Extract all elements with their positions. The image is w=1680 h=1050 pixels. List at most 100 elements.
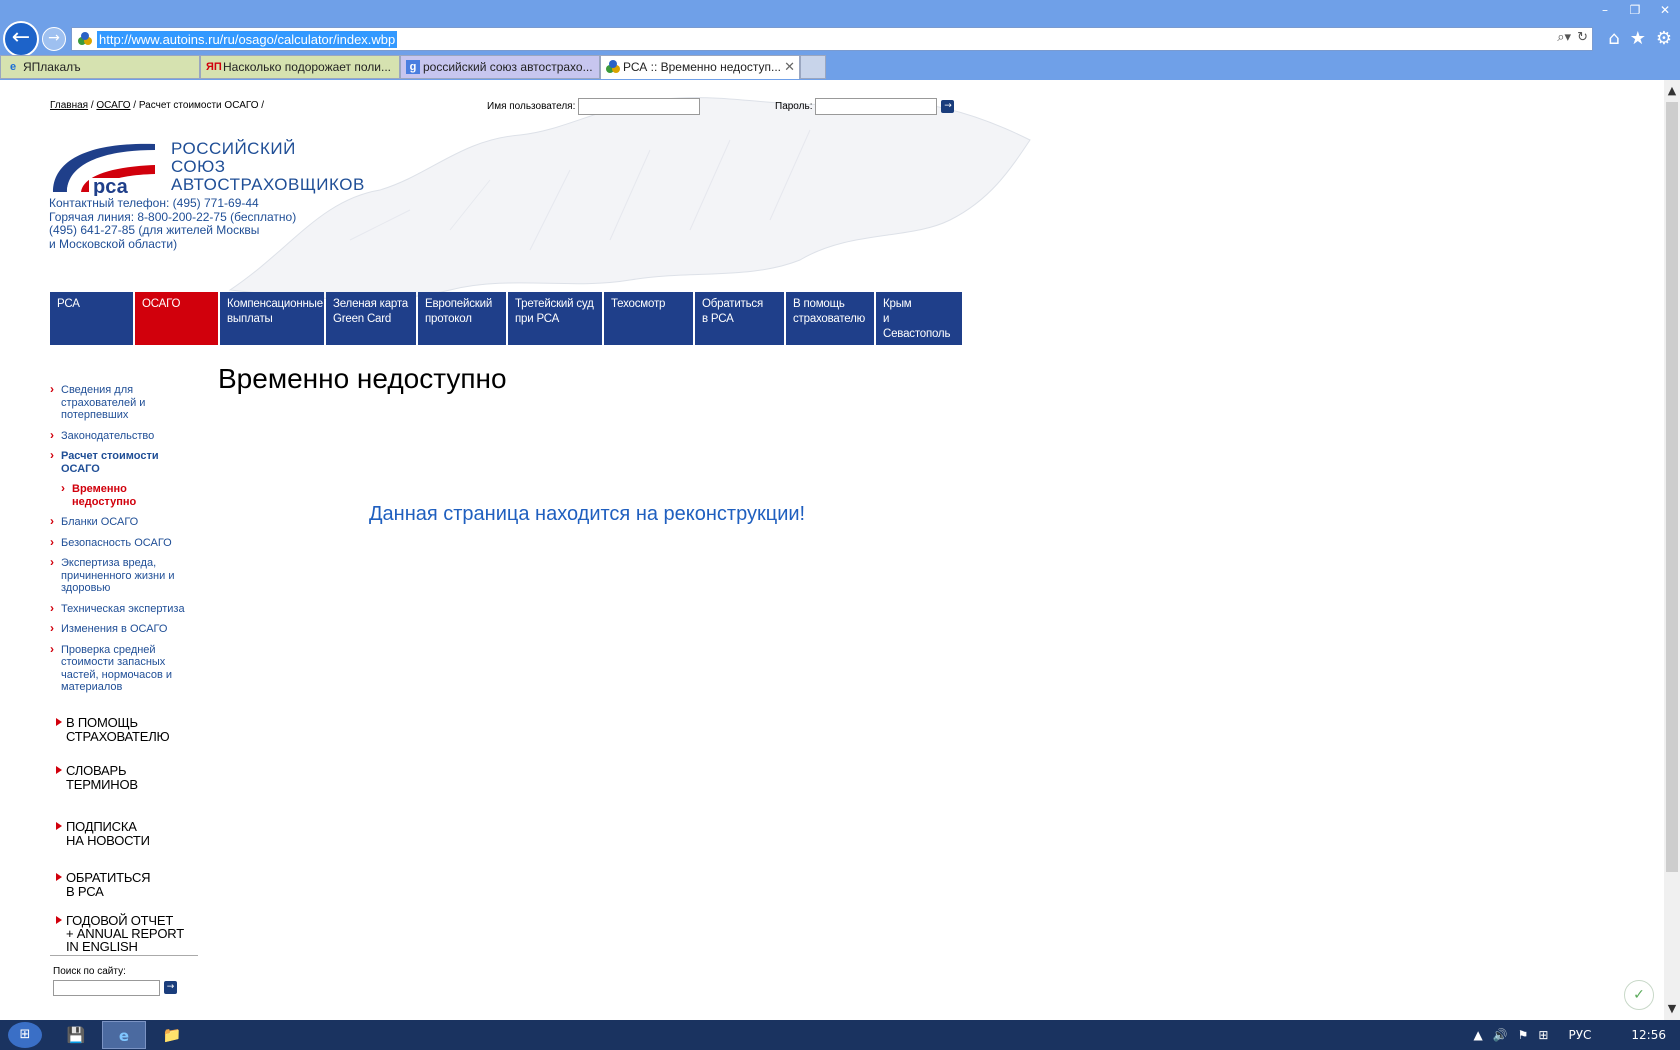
explorer-folder-icon[interactable]: 📁 xyxy=(150,1021,194,1049)
volume-icon[interactable]: 🔊 xyxy=(1493,1028,1508,1042)
close-window-button[interactable]: ✕ xyxy=(1650,0,1680,22)
settings-gear-icon[interactable]: ⚙ xyxy=(1656,28,1672,49)
sidebar-block-help[interactable]: В ПОМОЩЬ СТРАХОВАТЕЛЮ xyxy=(50,715,200,745)
tab-strip: e ЯПлакалъ ЯП Насколько подорожает поли.… xyxy=(0,54,1680,80)
sidebar-link-tech-expertise[interactable]: Техническая экспертиза xyxy=(50,602,200,616)
sidebar-link-info[interactable]: Сведения для страхователей и потерпевших xyxy=(50,383,150,422)
contact-moscow: (495) 641-27-85 (для жителей Москвы xyxy=(49,223,260,238)
forward-button[interactable]: → xyxy=(42,27,66,51)
page-title: Временно недоступно xyxy=(218,363,507,394)
username-label: Имя пользователя: xyxy=(487,101,576,112)
sidebar-block-annual-report[interactable]: ГОДОВОЙ ОТЧЕТ + ANNUAL REPORT IN ENGLISH xyxy=(50,914,200,953)
site-search-label: Поиск по сайту: xyxy=(53,965,126,977)
minimize-button[interactable]: – xyxy=(1590,0,1620,22)
save-app-icon[interactable]: 💾 xyxy=(54,1021,98,1049)
url-text[interactable]: http://www.autoins.ru/ru/osago/calculato… xyxy=(97,31,398,48)
sidebar-link-legislation[interactable]: Законодательство xyxy=(50,429,200,443)
tab-rsa-active[interactable]: РСА :: Временно недоступ... ✕ xyxy=(600,55,800,79)
restore-button[interactable]: ❐ xyxy=(1620,0,1650,22)
sidebar-link-osago-changes[interactable]: Изменения в ОСАГО xyxy=(50,622,200,636)
rsa-favicon xyxy=(78,32,92,45)
vertical-scrollbar[interactable]: ▲ ▼ xyxy=(1664,80,1680,1020)
refresh-icon[interactable]: ↻ xyxy=(1577,30,1588,45)
search-dropdown-icon[interactable]: ⌕▾ xyxy=(1557,30,1571,45)
tab-label: РСА :: Временно недоступ... xyxy=(623,60,781,74)
breadcrumb-current: Расчет стоимости ОСАГО / xyxy=(138,100,265,111)
system-tray: ▲ 🔊 ⚑ ⊞ РУС 12:56 xyxy=(1473,1020,1666,1050)
sidebar-link-calculator[interactable]: Расчет стоимости ОСАГО xyxy=(50,449,160,475)
scroll-down-icon[interactable]: ▼ xyxy=(1664,1000,1680,1018)
sidebar-link-forms[interactable]: Бланки ОСАГО xyxy=(50,515,200,529)
menu-item-contact-rsa[interactable]: Обратиться в РСА xyxy=(695,292,784,345)
logo-text: рса xyxy=(93,176,129,196)
sidebar-block-subscribe[interactable]: ПОДПИСКА НА НОВОСТИ xyxy=(50,819,200,849)
yap-icon: ЯП xyxy=(206,61,222,73)
menu-item-european-protocol[interactable]: Европейский протокол xyxy=(418,292,506,345)
menu-item-green-card[interactable]: Зеленая карта Green Card xyxy=(326,292,416,345)
tab-label: ЯПлакалъ xyxy=(23,60,81,74)
address-actions: ⌕▾ ↻ xyxy=(1557,30,1588,45)
menu-item-osago[interactable]: ОСАГО xyxy=(135,292,218,345)
rsa-favicon xyxy=(606,60,620,73)
tray-expand-icon[interactable]: ▲ xyxy=(1473,1028,1482,1042)
security-shield-icon[interactable]: ✓ xyxy=(1624,980,1654,1010)
tab-label: российский союз автострахо... xyxy=(423,60,593,74)
breadcrumb-separator: / xyxy=(90,100,94,111)
web-page: Главная / ОСАГО / Расчет стоимости ОСАГО… xyxy=(0,80,1664,1020)
tab-poll-price[interactable]: ЯП Насколько подорожает поли... xyxy=(200,55,400,79)
sidebar: Сведения для страхователей и потерпевших… xyxy=(50,383,200,996)
screen: – ❐ ✕ ← → http://www.autoins.ru/ru/osago… xyxy=(0,0,1680,1050)
address-bar[interactable]: http://www.autoins.ru/ru/osago/calculato… xyxy=(71,27,1593,51)
reconstruction-message: Данная страница находится на реконструкц… xyxy=(369,503,806,525)
action-center-flag-icon[interactable]: ⚑ xyxy=(1518,1028,1529,1042)
windows-start-icon[interactable]: ⊞ xyxy=(8,1022,42,1048)
breadcrumb-home-link[interactable]: Главная xyxy=(50,100,88,111)
language-indicator[interactable]: РУС xyxy=(1568,1028,1591,1042)
network-icon[interactable]: ⊞ xyxy=(1538,1028,1548,1042)
contact-hotline: Горячая линия: 8-800-200-22-75 (бесплатн… xyxy=(49,209,297,224)
site-search-input[interactable] xyxy=(53,979,160,996)
menu-item-crimea[interactable]: Крым и Севастополь xyxy=(876,292,962,345)
site-search: → xyxy=(53,979,200,996)
favorites-star-icon[interactable]: ★ xyxy=(1630,28,1646,49)
breadcrumb-osago-link[interactable]: ОСАГО xyxy=(96,100,130,111)
login-password: Пароль: → xyxy=(775,98,955,115)
ie-taskbar-icon[interactable]: e xyxy=(102,1021,146,1049)
close-tab-icon[interactable]: ✕ xyxy=(784,56,795,78)
org-name: РОССИЙСКИЙ СОЮЗ АВТОСТРАХОВЩИКОВ xyxy=(171,140,365,194)
tab-google-search[interactable]: g российский союз автострахо... xyxy=(400,55,600,79)
username-input[interactable] xyxy=(578,98,701,115)
browser-toolbar-icons: ⌂ ★ ⚙ xyxy=(1608,28,1672,49)
menu-item-arbitration[interactable]: Третейский суд при РСА xyxy=(508,292,602,345)
contact-phone: Контактный телефон: (495) 771-69-44 xyxy=(49,196,259,210)
scroll-thumb[interactable] xyxy=(1666,102,1678,872)
sidebar-block-glossary[interactable]: СЛОВАРЬ ТЕРМИНОВ xyxy=(50,763,200,793)
sidebar-link-security[interactable]: Безопасность ОСАГО xyxy=(50,536,200,550)
google-icon: g xyxy=(406,60,420,74)
new-tab-button[interactable] xyxy=(800,55,826,79)
org-name-line: РОССИЙСКИЙ xyxy=(171,139,296,158)
home-icon[interactable]: ⌂ xyxy=(1608,28,1619,49)
sidebar-link-health-expertise[interactable]: Экспертиза вреда, причиненного жизни и з… xyxy=(50,556,180,595)
login-submit-button[interactable]: → xyxy=(941,100,955,113)
menu-item-compensation[interactable]: Компенсационные выплаты xyxy=(220,292,324,345)
scroll-up-icon[interactable]: ▲ xyxy=(1664,82,1680,100)
password-input[interactable] xyxy=(815,98,938,115)
org-name-line: СОЮЗ xyxy=(171,157,226,176)
tab-yaplakal[interactable]: e ЯПлакалъ xyxy=(0,55,200,79)
sidebar-link-unavailable[interactable]: Временно недоступно xyxy=(61,482,141,508)
breadcrumb-separator: / xyxy=(133,100,137,111)
sidebar-link-parts-check[interactable]: Проверка средней стоимости запасных част… xyxy=(50,643,180,694)
site-search-button[interactable]: → xyxy=(164,981,177,994)
contacts: Контактный телефон: (495) 771-69-44 Горя… xyxy=(49,196,297,251)
browser-chrome: – ❐ ✕ ← → http://www.autoins.ru/ru/osago… xyxy=(0,0,1680,80)
sidebar-divider xyxy=(50,954,198,956)
menu-item-inspection[interactable]: Техосмотр xyxy=(604,292,693,345)
menu-item-help-insured[interactable]: В помощь страхователю xyxy=(786,292,874,345)
rsa-logo: рса xyxy=(53,143,155,196)
window-controls: – ❐ ✕ xyxy=(1590,0,1680,22)
clock[interactable]: 12:56 xyxy=(1631,1028,1666,1042)
menu-item-rsa[interactable]: РСА xyxy=(50,292,133,345)
sidebar-block-contact[interactable]: ОБРАТИТЬСЯ В РСА xyxy=(50,870,200,900)
back-button[interactable]: ← xyxy=(3,21,39,57)
